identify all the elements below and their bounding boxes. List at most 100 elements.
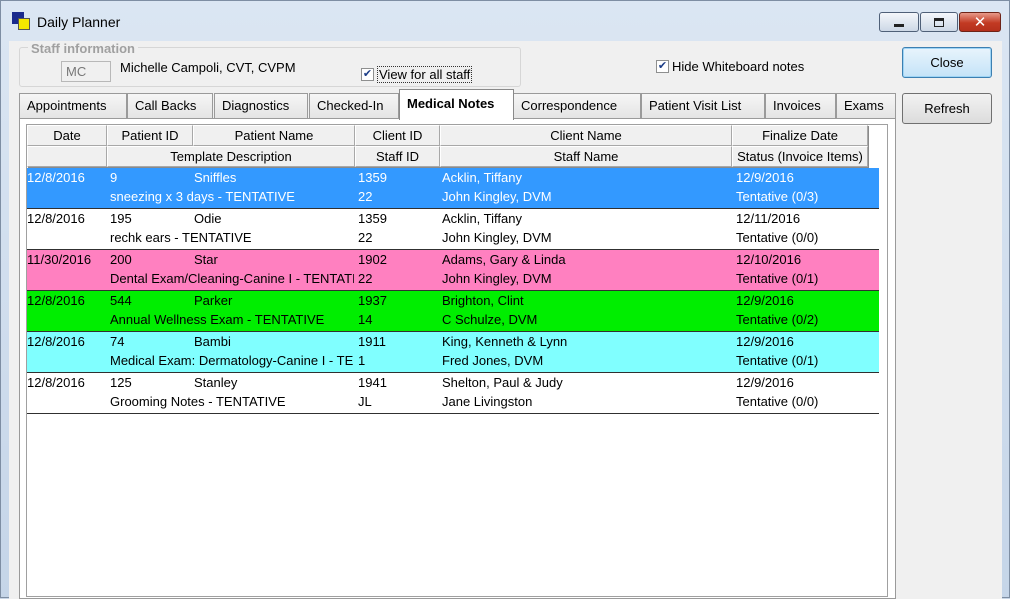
tab-call-backs[interactable]: Call Backs xyxy=(127,93,213,119)
app-icon xyxy=(12,12,30,30)
cell-staff-name: C Schulze, DVM xyxy=(442,312,538,327)
window-close-button[interactable]: ✕ xyxy=(959,12,1001,32)
cell-patient-name: Star xyxy=(194,252,218,267)
cell-date: 12/8/2016 xyxy=(27,334,85,349)
minimize-button[interactable] xyxy=(879,12,919,32)
tab-checked-in[interactable]: Checked-In xyxy=(309,93,399,119)
header-row-1: Date Patient ID Patient Name Client ID C… xyxy=(27,125,887,146)
title-bar[interactable]: Daily Planner ✕ xyxy=(1,1,1009,41)
col-header-staff-id[interactable]: Staff ID xyxy=(355,146,440,167)
table-row[interactable]: 12/8/2016 195 Odie 1359 Acklin, Tiffany 12/11… xyxy=(27,209,879,250)
cell-date: 11/30/2016 xyxy=(27,252,92,267)
cell-finalize-date: 12/9/2016 xyxy=(736,170,794,185)
staff-name: Michelle Campoli, CVT, CVPM xyxy=(120,60,296,75)
cell-patient-id: 9 xyxy=(110,170,118,185)
tab-strip: Appointments Call Backs Diagnostics Chec… xyxy=(19,89,896,120)
col-header-client-id[interactable]: Client ID xyxy=(355,125,440,146)
table-row[interactable]: 12/8/2016 125 Stanley 1941 Shelton, Paul & J… xyxy=(27,373,879,414)
cell-finalize-date: 12/9/2016 xyxy=(736,293,794,308)
cell-staff-id: 22 xyxy=(358,271,373,286)
cell-patient-name: Parker xyxy=(194,293,233,308)
table-row[interactable]: 12/8/2016 544 Parker 1937 Brighton, Clint 12/… xyxy=(27,291,879,332)
cell-patient-name: Sniffles xyxy=(194,170,237,185)
col-header-template-description[interactable]: Template Description xyxy=(107,146,355,167)
cell-staff-id: 1 xyxy=(358,353,366,368)
tab-exams[interactable]: Exams xyxy=(836,93,896,119)
col-header-staff-name[interactable]: Staff Name xyxy=(440,146,732,167)
daily-planner-window: Daily Planner ✕ Staff information MC Mic… xyxy=(0,0,1010,599)
cell-staff-name: John Kingley, DVM xyxy=(442,189,552,204)
cell-patient-name: Bambi xyxy=(194,334,231,349)
col-header-client-name[interactable]: Client Name xyxy=(440,125,732,146)
close-icon: ✕ xyxy=(973,13,987,31)
col-header-patient-name[interactable]: Patient Name xyxy=(193,125,355,146)
tab-patient-visit-list[interactable]: Patient Visit List xyxy=(641,93,765,119)
col-header-patient-id[interactable]: Patient ID xyxy=(107,125,193,146)
view-all-staff-label: View for all staff xyxy=(377,66,473,83)
maximize-button[interactable] xyxy=(920,12,958,32)
cell-staff-id: 22 xyxy=(358,230,373,245)
cell-client-name: Acklin, Tiffany xyxy=(442,170,522,185)
col-header-finalize-date[interactable]: Finalize Date xyxy=(732,125,868,146)
cell-date: 12/8/2016 xyxy=(27,375,85,390)
minimize-icon xyxy=(894,23,904,27)
cell-template-description: Grooming Notes - TENTATIVE xyxy=(110,394,286,409)
view-all-staff-checkbox[interactable]: ✔ View for all staff xyxy=(361,66,473,83)
cell-status: Tentative (0/0) xyxy=(736,394,819,409)
cell-finalize-date: 12/9/2016 xyxy=(736,375,794,390)
tab-diagnostics[interactable]: Diagnostics xyxy=(214,93,308,119)
cell-patient-id: 195 xyxy=(110,211,132,226)
cell-status: Tentative (0/3) xyxy=(736,189,819,204)
header-row-2: Template Description Staff ID Staff Name… xyxy=(27,146,887,167)
cell-staff-id: 14 xyxy=(358,312,373,327)
cell-client-id: 1359 xyxy=(358,170,387,185)
staff-initials-field[interactable]: MC xyxy=(61,61,111,82)
hide-whiteboard-checkbox[interactable]: ✔ Hide Whiteboard notes xyxy=(656,59,804,74)
cell-patient-id: 74 xyxy=(110,334,125,349)
cell-finalize-date: 12/10/2016 xyxy=(736,252,802,267)
checkmark-icon: ✔ xyxy=(361,68,374,81)
cell-client-name: Shelton, Paul & Judy xyxy=(442,375,563,390)
tab-medical-notes[interactable]: Medical Notes xyxy=(399,89,514,120)
cell-staff-name: Jane Livingston xyxy=(442,394,533,409)
cell-patient-name: Stanley xyxy=(194,375,238,390)
medical-notes-panel: Date Patient ID Patient Name Client ID C… xyxy=(19,118,896,599)
cell-client-name: Adams, Gary & Linda xyxy=(442,252,566,267)
staff-information-label: Staff information xyxy=(28,41,138,56)
client-area: Staff information MC Michelle Campoli, C… xyxy=(9,41,1002,599)
close-button[interactable]: Close xyxy=(902,47,992,78)
cell-finalize-date: 12/9/2016 xyxy=(736,334,794,349)
tab-invoices[interactable]: Invoices xyxy=(765,93,836,119)
cell-client-id: 1937 xyxy=(358,293,387,308)
table-row[interactable]: 11/30/2016 200 Star 1902 Adams, Gary & Linda… xyxy=(27,250,879,291)
cell-patient-name: Odie xyxy=(194,211,222,226)
col-header-date[interactable]: Date xyxy=(27,125,107,146)
staff-information-group: Staff information MC Michelle Campoli, C… xyxy=(19,41,521,87)
cell-date: 12/8/2016 xyxy=(27,211,85,226)
col-header-blank xyxy=(27,146,107,167)
table-row[interactable]: 12/8/2016 9 Sniffles 1359 Acklin, Tiffany 12/… xyxy=(27,168,879,209)
cell-template-description: Medical Exam: Dermatology-Canine I - TEN… xyxy=(110,353,354,368)
cell-client-name: Acklin, Tiffany xyxy=(442,211,522,226)
cell-staff-name: John Kingley, DVM xyxy=(442,271,552,286)
medical-notes-grid[interactable]: Date Patient ID Patient Name Client ID C… xyxy=(26,124,888,597)
refresh-button[interactable]: Refresh xyxy=(902,93,992,124)
cell-client-id: 1941 xyxy=(358,375,387,390)
maximize-icon xyxy=(934,17,944,27)
cell-status: Tentative (0/2) xyxy=(736,312,819,327)
col-header-status[interactable]: Status (Invoice Items) xyxy=(732,146,868,167)
cell-staff-id: 22 xyxy=(358,189,373,204)
tab-appointments[interactable]: Appointments xyxy=(19,93,127,119)
cell-staff-name: Fred Jones, DVM xyxy=(442,353,544,368)
cell-patient-id: 544 xyxy=(110,293,132,308)
cell-date: 12/8/2016 xyxy=(27,170,85,185)
cell-status: Tentative (0/0) xyxy=(736,230,819,245)
table-row[interactable]: 12/8/2016 74 Bambi 1911 King, Kenneth & Lynn… xyxy=(27,332,879,373)
checkmark-icon: ✔ xyxy=(656,60,669,73)
cell-staff-name: John Kingley, DVM xyxy=(442,230,552,245)
cell-template-description: sneezing x 3 days - TENTATIVE xyxy=(110,189,295,204)
cell-date: 12/8/2016 xyxy=(27,293,85,308)
cell-client-id: 1902 xyxy=(358,252,387,267)
tab-correspondence[interactable]: Correspondence xyxy=(513,93,641,119)
cell-client-id: 1911 xyxy=(358,334,386,349)
